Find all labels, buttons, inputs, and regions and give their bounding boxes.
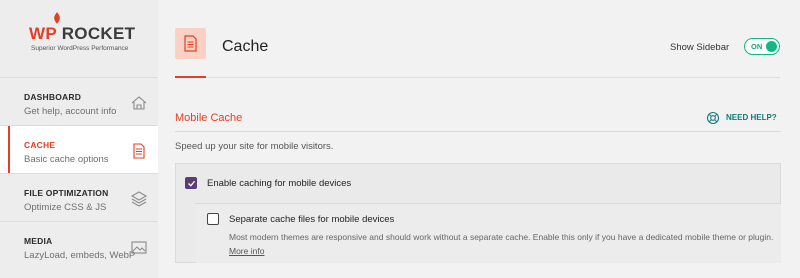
- sidebar-item-media[interactable]: MEDIA LazyLoad, embeds, WebP: [0, 221, 158, 269]
- sidebar-item-subtitle: Get help, account info: [24, 106, 117, 117]
- more-info-link[interactable]: More info: [229, 246, 264, 256]
- separate-cache-desc-text: Most modern themes are responsive and sh…: [229, 232, 774, 242]
- active-tab-indicator: [175, 76, 206, 78]
- layers-icon: [130, 191, 148, 207]
- need-help-button[interactable]: NEED HELP?: [706, 111, 780, 125]
- logo-rocket: ROCKET: [61, 24, 136, 43]
- document-icon: [184, 35, 197, 52]
- section-description: Speed up your site for mobile visitors.: [175, 141, 334, 152]
- mobile-cache-checkbox[interactable]: [185, 177, 197, 189]
- sidebar-item-title: FILE OPTIMIZATION: [24, 188, 109, 198]
- app-window: WP ROCKET Superior WordPress Performance…: [0, 0, 800, 278]
- separate-cache-checkbox[interactable]: [207, 213, 219, 225]
- image-icon: [131, 241, 147, 254]
- page-icon: [175, 28, 206, 59]
- sidebar-item-file-optimization[interactable]: FILE OPTIMIZATION Optimize CSS & JS: [0, 173, 158, 221]
- sidebar-item-title: DASHBOARD: [24, 92, 82, 102]
- section-divider: [175, 131, 781, 132]
- show-sidebar-toggle[interactable]: ON: [744, 38, 780, 55]
- mobile-cache-label[interactable]: Enable caching for mobile devices: [207, 178, 351, 189]
- page-header: Cache Show Sidebar ON: [158, 0, 800, 78]
- sidebar: WP ROCKET Superior WordPress Performance…: [0, 0, 158, 278]
- sidebar-item-title: CACHE: [24, 140, 56, 150]
- logo-tagline: Superior WordPress Performance: [31, 45, 129, 52]
- toggle-knob: [766, 41, 777, 52]
- need-help-label: NEED HELP?: [726, 113, 777, 122]
- show-sidebar-label: Show Sidebar: [670, 42, 730, 53]
- toggle-state-label: ON: [751, 42, 763, 51]
- sidebar-item-dashboard[interactable]: DASHBOARD Get help, account info: [0, 77, 158, 125]
- separate-cache-label[interactable]: Separate cache files for mobile devices: [229, 214, 394, 225]
- home-icon: [131, 96, 147, 110]
- logo-wp: WP: [29, 24, 57, 43]
- sidebar-item-subtitle: Basic cache options: [24, 154, 109, 165]
- header-divider: [175, 77, 780, 78]
- logo-wordmark: WP ROCKET: [29, 24, 135, 44]
- document-icon: [133, 143, 145, 159]
- sidebar-item-cache[interactable]: CACHE Basic cache options: [0, 125, 158, 174]
- separate-cache-description: Most modern themes are responsive and sh…: [229, 230, 774, 258]
- sidebar-item-title: MEDIA: [24, 236, 53, 246]
- checkmark-icon: [187, 180, 195, 187]
- sidebar-item-subtitle: LazyLoad, embeds, WebP: [24, 250, 136, 261]
- page-title: Cache: [222, 38, 269, 55]
- flame-icon: [54, 12, 60, 24]
- section-title: Mobile Cache: [175, 112, 243, 124]
- logo[interactable]: WP ROCKET Superior WordPress Performance: [0, 0, 158, 76]
- lifebuoy-icon: [706, 111, 720, 125]
- sidebar-item-subtitle: Optimize CSS & JS: [24, 202, 107, 213]
